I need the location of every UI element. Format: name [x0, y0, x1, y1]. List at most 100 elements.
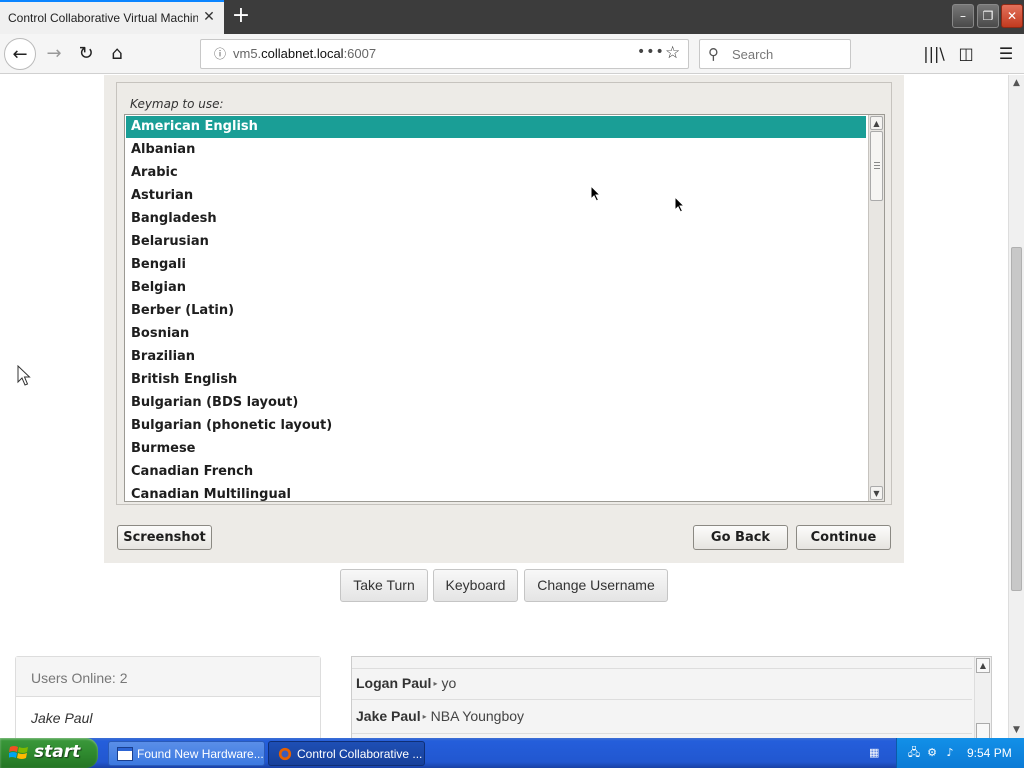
- network-icon[interactable]: 🖧: [907, 746, 921, 760]
- chevron-down-icon[interactable]: ▼: [870, 486, 883, 500]
- keymap-option[interactable]: Bulgarian (BDS layout): [126, 392, 866, 414]
- keyboard-layout-icon[interactable]: ▦: [869, 747, 883, 759]
- url-text[interactable]: vm5.collabnet.local:6007: [233, 46, 376, 61]
- chat-text: yo: [441, 675, 457, 691]
- taskbar: start Found New Hardware... Control Coll…: [0, 738, 1024, 768]
- keymap-list[interactable]: American English Albanian Arabic Asturian Ba…: [124, 114, 885, 502]
- chevron-up-icon[interactable]: ▲: [1009, 75, 1024, 91]
- keymap-option[interactable]: Bosnian: [126, 323, 866, 345]
- search-placeholder: Search: [732, 47, 774, 62]
- url-port: :6007: [343, 46, 377, 61]
- forward-button[interactable]: →: [38, 38, 70, 70]
- keymap-option[interactable]: Brazilian: [126, 346, 866, 368]
- url-host: vm5.: [233, 46, 262, 61]
- taskbar-item-found-new-hardware[interactable]: Found New Hardware...: [108, 741, 265, 766]
- system-tray: 🖧 ⚙ ♪ 9:54 PM: [896, 738, 1024, 768]
- page-scrollbar[interactable]: ▲ ▼: [1008, 75, 1024, 738]
- keymap-option[interactable]: American English: [126, 116, 866, 138]
- keyboard-button[interactable]: Keyboard: [433, 569, 518, 602]
- chevron-up-icon[interactable]: ▲: [870, 116, 883, 130]
- taskbar-item-label: Found New Hardware...: [137, 747, 264, 761]
- vm-screen[interactable]: Keymap to use: American English Albanian A…: [104, 75, 904, 563]
- home-button[interactable]: ⌂: [101, 38, 133, 70]
- keymap-option[interactable]: British English: [126, 369, 866, 391]
- keymap-panel: Keymap to use: American English Albanian A…: [116, 82, 892, 505]
- screenshot-button[interactable]: Screenshot: [117, 525, 212, 550]
- go-back-button[interactable]: Go Back: [693, 525, 788, 550]
- search-icon: ⚲: [708, 45, 719, 63]
- page-actions-icon[interactable]: •••: [637, 44, 665, 60]
- chat-scroll-thumb[interactable]: [976, 723, 990, 738]
- chevron-down-icon[interactable]: ▼: [1009, 722, 1024, 738]
- taskbar-item-label: Control Collaborative ...: [297, 747, 423, 761]
- keymap-scrollbar[interactable]: ▲ ▼: [868, 115, 884, 501]
- chat-divider: [352, 668, 972, 669]
- browser-titlebar: Control Collaborative Virtual Machines! …: [0, 0, 1024, 34]
- users-online-header: Users Online: 2: [16, 657, 320, 697]
- keymap-option[interactable]: Belgian: [126, 277, 866, 299]
- info-icon[interactable]: ⓘ: [211, 45, 229, 63]
- taskbar-item-control-collaborative[interactable]: Control Collaborative ...: [268, 741, 425, 766]
- take-turn-button[interactable]: Take Turn: [340, 569, 428, 602]
- speaker-icon[interactable]: ♪: [943, 746, 957, 760]
- keymap-option[interactable]: Burmese: [126, 438, 866, 460]
- firefox-icon: [278, 747, 292, 761]
- arrow-right-icon: ▸: [422, 712, 427, 721]
- chat-divider: [352, 733, 972, 734]
- minimize-button[interactable]: –: [952, 4, 974, 28]
- chat-scrollbar[interactable]: ▲: [974, 657, 991, 738]
- hamburger-menu-icon[interactable]: ☰: [994, 42, 1018, 66]
- keymap-option[interactable]: Asturian: [126, 185, 866, 207]
- chat-panel: Logan Paul ▸ yo Jake Paul ▸ NBA Youngboy ▲: [351, 656, 992, 738]
- maximize-button[interactable]: ❐: [977, 4, 999, 28]
- safely-remove-icon[interactable]: ⚙: [925, 746, 939, 760]
- chat-username: Jake Paul: [356, 708, 421, 724]
- keymap-label: Keymap to use:: [130, 97, 224, 111]
- continue-button[interactable]: Continue: [796, 525, 891, 550]
- page-scroll-thumb[interactable]: [1011, 247, 1022, 591]
- url-bar[interactable]: ⓘ vm5.collabnet.local:6007 ••• ☆: [200, 39, 689, 69]
- user-list-item: Jake Paul: [31, 710, 93, 726]
- keymap-option[interactable]: Berber (Latin): [126, 300, 866, 322]
- search-bar[interactable]: ⚲ Search: [699, 39, 851, 69]
- keymap-option[interactable]: Bulgarian (phonetic layout): [126, 415, 866, 437]
- start-button[interactable]: start: [0, 738, 98, 768]
- sidebar-icon[interactable]: ◫: [954, 42, 978, 66]
- reload-button[interactable]: ↻: [70, 38, 102, 70]
- keymap-option[interactable]: Canadian French: [126, 461, 866, 483]
- change-username-button[interactable]: Change Username: [524, 569, 668, 602]
- reload-icon: ↻: [78, 43, 94, 64]
- keymap-option[interactable]: Canadian Multilingual: [126, 484, 866, 501]
- page-viewport: Keymap to use: American English Albanian A…: [0, 75, 1008, 738]
- arrow-right-icon: →: [46, 43, 62, 64]
- bookmark-star-icon[interactable]: ☆: [665, 43, 680, 63]
- chat-message: Jake Paul ▸ NBA Youngboy: [356, 708, 524, 724]
- library-icon[interactable]: |||\: [922, 42, 946, 66]
- url-domain: collabnet.local: [261, 46, 344, 61]
- chat-username: Logan Paul: [356, 675, 432, 691]
- tab-title: Control Collaborative Virtual Machines!: [8, 11, 198, 25]
- keymap-scroll-thumb[interactable]: [870, 131, 883, 201]
- chat-divider: [352, 699, 972, 700]
- back-button[interactable]: ←: [4, 38, 36, 70]
- keymap-option[interactable]: Bangladesh: [126, 208, 866, 230]
- chat-message: Logan Paul ▸ yo: [356, 675, 456, 691]
- keymap-option[interactable]: Albanian: [126, 139, 866, 161]
- window-close-button[interactable]: ✕: [1001, 4, 1023, 28]
- arrow-left-icon: ←: [12, 44, 28, 65]
- keymap-option[interactable]: Belarusian: [126, 231, 866, 253]
- tab-control-collaborative[interactable]: Control Collaborative Virtual Machines! …: [0, 0, 224, 34]
- home-icon: ⌂: [111, 43, 123, 64]
- new-tab-button[interactable]: +: [229, 3, 253, 29]
- chat-text: NBA Youngboy: [430, 708, 525, 724]
- chevron-up-icon[interactable]: ▲: [976, 658, 990, 673]
- keymap-option[interactable]: Bengali: [126, 254, 866, 276]
- users-online-count: Users Online: 2: [31, 670, 128, 686]
- users-online-panel: Users Online: 2 Jake Paul: [15, 656, 321, 738]
- close-icon[interactable]: ✕: [200, 8, 218, 26]
- browser-navbar: ← → ↻ ⌂ ⓘ vm5.collabnet.local:6007 ••• ☆…: [0, 34, 1024, 74]
- keymap-option[interactable]: Arabic: [126, 162, 866, 184]
- arrow-right-icon: ▸: [433, 679, 438, 688]
- windows-logo-icon: [9, 746, 28, 759]
- window-icon: [117, 747, 133, 761]
